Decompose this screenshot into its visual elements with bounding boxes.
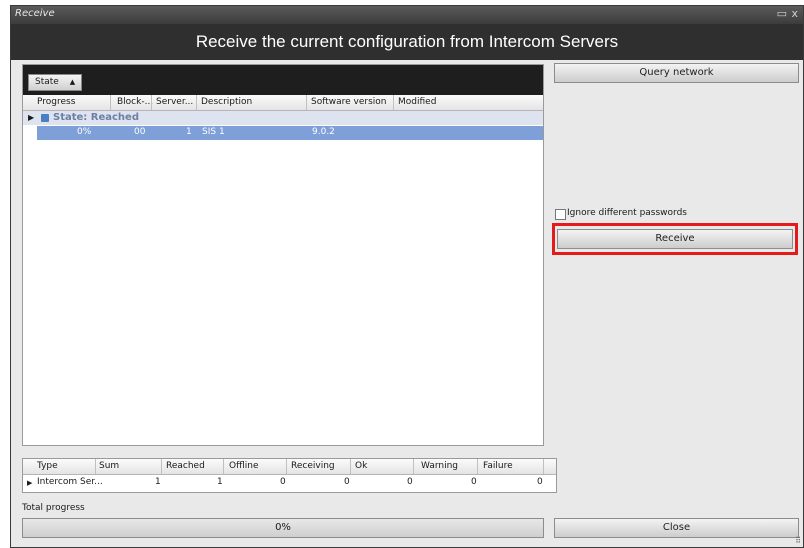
summary-cell-type: Intercom Ser... xyxy=(37,477,103,487)
window-title: Receive xyxy=(15,8,55,19)
summary-cell-failure: 0 xyxy=(537,477,543,487)
summary-header-warning[interactable]: Warning xyxy=(421,461,458,471)
column-header-progress[interactable]: Progress xyxy=(37,97,75,107)
progress-text: 0% xyxy=(275,522,291,533)
query-network-button[interactable]: Query network xyxy=(554,63,799,83)
row-indicator-icon: ▶ xyxy=(27,479,33,487)
summary-cell-sum: 1 xyxy=(155,477,161,487)
table-row[interactable]: 0% 00 1 SIS 1 9.0.2 xyxy=(37,126,543,140)
column-header-description[interactable]: Description xyxy=(201,97,252,107)
summary-row[interactable]: ▶ Intercom Ser... 1 1 0 0 0 0 0 xyxy=(23,475,556,491)
group-row-label: State: Reached xyxy=(53,112,139,123)
cell-server: 1 xyxy=(186,127,192,137)
cell-block: 00 xyxy=(134,127,146,137)
ignore-passwords-label[interactable]: Ignore different passwords xyxy=(567,208,687,218)
servers-grid[interactable]: State ▲ Progress Block-... Server... Des… xyxy=(22,64,544,446)
summary-cell-ok: 0 xyxy=(407,477,413,487)
cell-software-version: 9.0.2 xyxy=(312,127,335,137)
receive-button[interactable]: Receive xyxy=(557,229,793,249)
maximize-icon[interactable]: ▭ xyxy=(777,7,787,20)
column-header-block[interactable]: Block-... xyxy=(117,97,153,107)
summary-header-failure[interactable]: Failure xyxy=(483,461,513,471)
resize-grip-icon[interactable]: ⠿ xyxy=(795,536,801,545)
summary-header-sum[interactable]: Sum xyxy=(99,461,119,471)
title-bar[interactable]: Receive ▭ x xyxy=(11,6,803,24)
column-header-modified[interactable]: Modified xyxy=(398,97,436,107)
summary-header-ok[interactable]: Ok xyxy=(355,461,367,471)
summary-cell-reached: 1 xyxy=(217,477,223,487)
group-chip-state[interactable]: State ▲ xyxy=(28,74,83,91)
sort-ascending-icon: ▲ xyxy=(69,78,76,86)
summary-grid[interactable]: Type Sum Reached Offline Receiving Ok Wa… xyxy=(22,458,557,493)
summary-header-type[interactable]: Type xyxy=(37,461,58,471)
collapse-group-icon[interactable] xyxy=(41,114,49,122)
summary-column-headers: Type Sum Reached Offline Receiving Ok Wa… xyxy=(23,459,556,475)
group-row-reached[interactable]: ▶ State: Reached xyxy=(23,111,543,125)
summary-header-reached[interactable]: Reached xyxy=(166,461,205,471)
row-indicator-icon: ▶ xyxy=(28,113,35,122)
cell-progress: 0% xyxy=(77,127,92,137)
summary-cell-offline: 0 xyxy=(280,477,286,487)
summary-header-offline[interactable]: Offline xyxy=(229,461,259,471)
ignore-passwords-checkbox[interactable] xyxy=(555,209,566,220)
summary-cell-receiving: 0 xyxy=(344,477,350,487)
summary-header-receiving[interactable]: Receiving xyxy=(291,461,335,471)
column-header-software-version[interactable]: Software version xyxy=(311,97,387,107)
total-progress-bar: 0% xyxy=(22,518,544,538)
column-header-server[interactable]: Server... xyxy=(156,97,193,107)
close-button[interactable]: Close xyxy=(554,518,799,538)
group-chip-label: State xyxy=(35,77,59,87)
close-icon[interactable]: x xyxy=(791,7,798,20)
group-by-panel: State ▲ xyxy=(23,65,543,95)
total-progress-label: Total progress xyxy=(22,503,85,513)
receive-window: Receive ▭ x Receive the current configur… xyxy=(10,5,804,548)
dialog-header: Receive the current configuration from I… xyxy=(11,24,803,60)
grid-column-headers: Progress Block-... Server... Description… xyxy=(23,95,543,111)
cell-description: SIS 1 xyxy=(202,127,225,137)
summary-cell-warning: 0 xyxy=(471,477,477,487)
